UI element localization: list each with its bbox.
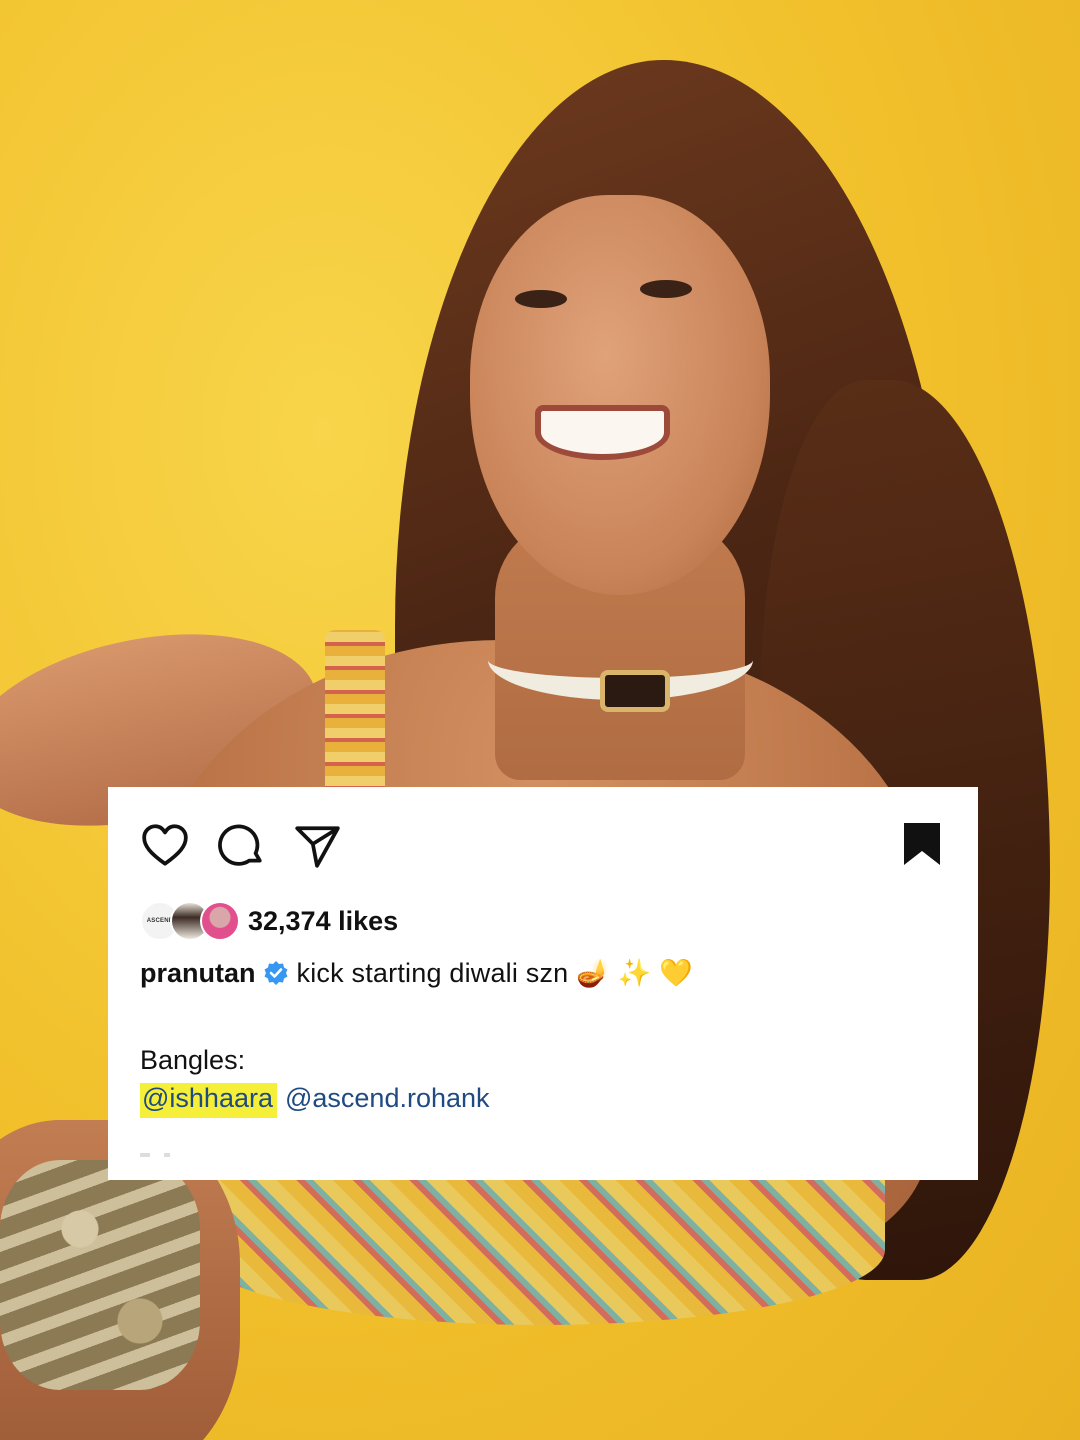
comment-icon[interactable] — [216, 821, 266, 871]
username-link[interactable]: pranutan — [140, 958, 256, 989]
likes-count[interactable]: 32,374 likes — [248, 906, 398, 937]
post-actions — [140, 821, 342, 871]
caption-text: kick starting diwali szn 🪔 ✨ 💛 — [296, 958, 693, 988]
send-icon[interactable] — [292, 821, 342, 871]
right-eye — [640, 280, 692, 298]
verified-badge-icon — [264, 961, 288, 985]
avatar[interactable] — [200, 901, 240, 941]
mention-link[interactable]: @ascend.rohank — [285, 1083, 490, 1118]
mentions: @ishhaara @ascend.rohank — [140, 1083, 490, 1118]
embroidered-blouse — [195, 1175, 885, 1325]
left-eye — [515, 290, 567, 308]
face — [470, 195, 770, 595]
smile — [535, 405, 670, 460]
bangles — [0, 1160, 200, 1390]
choker-pendant — [600, 670, 670, 712]
heart-icon[interactable] — [140, 821, 190, 871]
caption-bangles-label: Bangles: — [140, 1045, 246, 1075]
liker-avatars: ASCEND — [140, 899, 244, 943]
likes-row: ASCEND 32,374 likes — [140, 899, 398, 943]
truncated-text-fragment — [140, 1153, 200, 1157]
post-caption: pranutan kick starting diwali szn 🪔 ✨ 💛 — [140, 957, 693, 989]
post-card: ASCEND 32,374 likes pranutan kick starti… — [108, 787, 978, 1180]
mention-link[interactable]: @ishhaara — [140, 1083, 277, 1118]
background-photo — [0, 0, 1080, 1440]
bookmark-icon[interactable] — [902, 821, 942, 867]
blouse-strap — [325, 630, 385, 800]
